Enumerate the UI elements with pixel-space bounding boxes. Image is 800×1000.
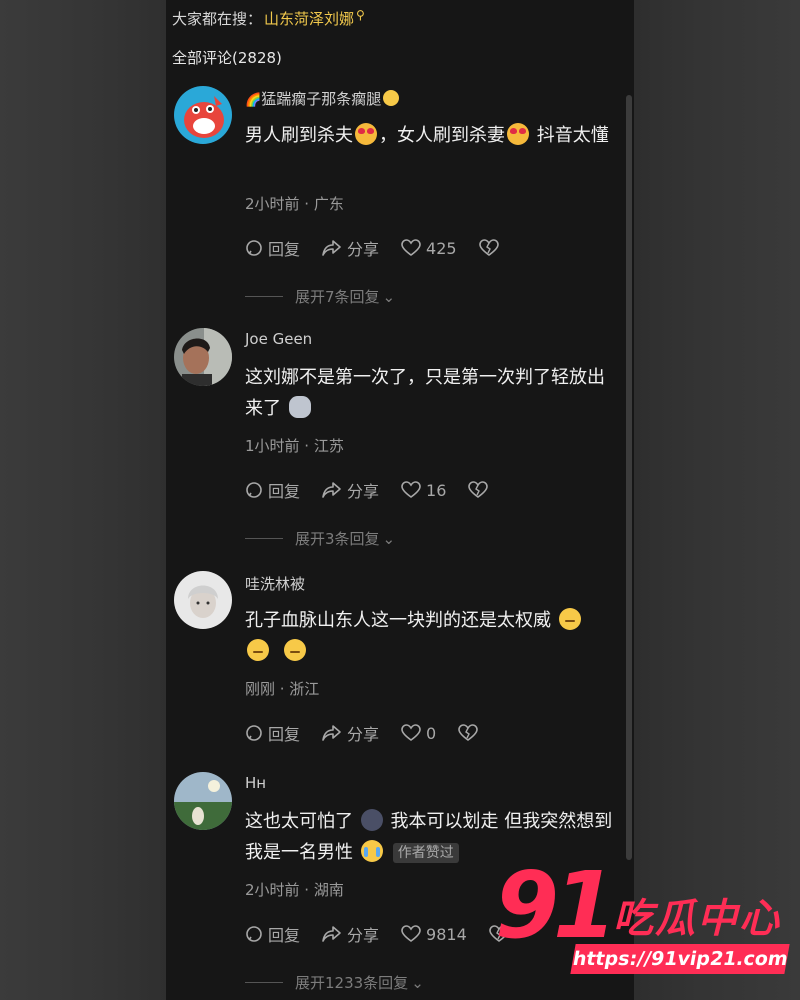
heart-icon — [401, 481, 421, 498]
watermark-url: https://91vip21.com — [570, 944, 790, 974]
search-prefix: 大家都在搜： — [172, 10, 263, 28]
heart-eyes-icon — [355, 123, 377, 145]
search-suggestion[interactable]: 大家都在搜： 山东菏泽刘娜 ⚲ — [172, 8, 365, 29]
comment-actions: 回复 分享 0 — [245, 721, 505, 745]
comment-text: 男人刷到杀夫 ，女人刷到杀妻 抖音太懂 — [245, 123, 609, 146]
search-icon[interactable]: ⚲ — [356, 8, 365, 22]
like-button[interactable]: 16 — [401, 481, 446, 500]
share-icon — [322, 482, 341, 498]
chevron-down-icon: ⌄ — [411, 973, 424, 992]
heart-icon — [401, 925, 421, 942]
avatar[interactable] — [174, 571, 232, 629]
cat-face-icon — [288, 396, 311, 418]
comment-actions: 回复 分享 425 — [245, 236, 526, 260]
like-button[interactable]: 425 — [401, 239, 457, 258]
watermark-logo: 91 吃瓜中心 https://91vip21.com — [495, 852, 795, 982]
comment-actions: 回复 分享 9814 — [245, 922, 536, 946]
reply-icon — [246, 926, 262, 942]
pensive-face-icon — [284, 639, 307, 661]
expand-replies[interactable]: 展开3条回复 ⌄ — [245, 528, 395, 549]
heart-icon — [401, 239, 421, 256]
comment-meta: 刚刚 · 浙江 — [245, 680, 320, 698]
comment-username[interactable]: Hн — [245, 774, 266, 792]
share-button[interactable]: 分享 — [322, 922, 379, 946]
reply-icon — [246, 240, 262, 256]
comment-text: 这刘娜不是第一次了，只是第一次判了轻放出来了 — [245, 367, 605, 419]
comment-meta: 1小时前 · 江苏 — [245, 437, 344, 455]
broken-heart-icon — [468, 481, 489, 498]
comment-meta: 2小时前 · 湖南 — [245, 881, 344, 899]
like-button[interactable]: 0 — [401, 724, 436, 743]
comment-text: 孔子血脉山东人这一块判的还是太权威 — [245, 605, 620, 667]
chevron-down-icon: ⌄ — [382, 287, 396, 306]
reply-button[interactable]: 回复 — [245, 478, 300, 502]
reply-icon — [246, 725, 262, 741]
author-liked-badge: 作者赞过 — [392, 843, 459, 863]
share-button[interactable]: 分享 — [322, 721, 379, 745]
avatar[interactable] — [174, 328, 232, 386]
comment-username[interactable]: 哇洗林被 — [245, 573, 305, 594]
comments-title: 全部评论(2828) — [172, 49, 282, 67]
share-button[interactable]: 分享 — [322, 478, 379, 502]
watermark-name: 吃瓜中心 — [613, 896, 781, 942]
share-icon — [322, 240, 341, 256]
reply-button[interactable]: 回复 — [245, 236, 300, 260]
reply-icon — [246, 482, 262, 498]
reply-button[interactable]: 回复 — [245, 922, 300, 946]
share-button[interactable]: 分享 — [322, 236, 379, 260]
dislike-button[interactable] — [458, 724, 483, 742]
chevron-down-icon: ⌄ — [382, 529, 396, 548]
broken-heart-icon — [478, 239, 499, 256]
heart-icon — [401, 724, 421, 741]
share-icon — [322, 725, 341, 741]
expand-replies[interactable]: 展开1233条回复 ⌄ — [245, 972, 424, 993]
search-keyword[interactable]: 山东菏泽刘娜 — [264, 10, 354, 28]
avatar[interactable] — [174, 86, 232, 144]
dislike-button[interactable] — [468, 481, 493, 499]
pensive-face-icon — [558, 608, 581, 630]
grinning-face-icon — [383, 90, 400, 106]
scrollbar[interactable] — [626, 95, 632, 860]
dislike-button[interactable] — [478, 239, 504, 257]
avatar[interactable] — [174, 772, 232, 830]
pensive-face-icon — [247, 639, 269, 661]
comment-actions: 回复 分享 16 — [245, 478, 515, 502]
new-moon-icon — [360, 809, 383, 831]
broken-heart-icon — [458, 724, 479, 741]
reply-button[interactable]: 回复 — [245, 721, 300, 745]
comments-panel: 大家都在搜： 山东菏泽刘娜 ⚲ 全部评论(2828) 🌈猛踹瘸子那条瘸腿 男人刷到杀… — [166, 0, 634, 1000]
expand-replies[interactable]: 展开7条回复 ⌄ — [245, 286, 395, 307]
like-button[interactable]: 9814 — [401, 925, 467, 944]
comment-username[interactable]: 🌈猛踹瘸子那条瘸腿 — [245, 88, 401, 109]
comment-meta: 2小时前 · 广东 — [245, 195, 344, 213]
comment-username[interactable]: Joe Geen — [245, 330, 312, 348]
right-backdrop — [634, 0, 800, 1000]
watermark-number: 91 — [495, 852, 617, 959]
share-icon — [322, 926, 341, 942]
rainbow-icon: 🌈 — [245, 93, 262, 108]
heart-eyes-icon — [507, 123, 529, 145]
crying-face-icon — [360, 840, 383, 862]
left-backdrop — [0, 0, 166, 1000]
